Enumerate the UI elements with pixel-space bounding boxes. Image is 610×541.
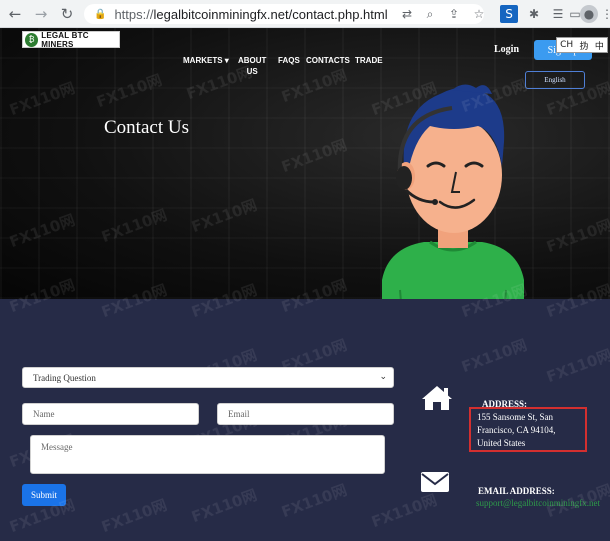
language-selector[interactable]: English: [525, 71, 585, 89]
nav-trade[interactable]: TRADE: [355, 55, 383, 66]
reading-list-icon[interactable]: ☰: [549, 5, 567, 23]
translate-icon[interactable]: ⇄: [398, 5, 416, 23]
contact-section: Trading Question ⌄ Name Email Message Su…: [0, 299, 610, 541]
nav-markets[interactable]: MARKETS ▾: [183, 55, 229, 66]
more-menu-icon[interactable]: ⋮: [598, 5, 610, 23]
email-input[interactable]: Email: [217, 403, 394, 425]
headset-earpiece: [396, 166, 412, 190]
name-input[interactable]: Name: [22, 403, 199, 425]
ime-indicator: CH 㧑 中: [556, 37, 608, 53]
zoom-icon[interactable]: ⌕: [421, 5, 439, 23]
site-logo[interactable]: ₿ LEGAL BTC MINERS: [22, 30, 120, 49]
back-icon[interactable]: ←: [4, 3, 26, 25]
extension-s-icon[interactable]: S: [500, 5, 518, 23]
ime-lang: CH: [560, 40, 574, 50]
headset-mic: [432, 199, 438, 205]
email-label: EMAIL ADDRESS:: [478, 486, 555, 496]
chevron-down-icon: ⌄: [379, 372, 387, 382]
url-protocol: https://: [114, 6, 154, 22]
nav-contacts[interactable]: CONTACTS: [306, 55, 350, 66]
lock-icon: 🔒: [94, 8, 107, 20]
extensions-puzzle-icon[interactable]: ✱: [525, 5, 543, 23]
share-icon[interactable]: ⇪: [445, 5, 463, 23]
nav-faqs[interactable]: FAQS: [278, 55, 300, 66]
forward-icon[interactable]: →: [30, 3, 52, 25]
address-value: 155 Sansome St, San Francisco, CA 94104,…: [469, 407, 587, 452]
email-link[interactable]: support@legalbitcoinminingfx.net: [476, 498, 600, 508]
logo-text: LEGAL BTC MINERS: [41, 30, 89, 49]
browser-toolbar: ← → ↻ 🔒 https://legalbitcoinminingfx.net…: [0, 0, 610, 28]
subject-selected-value: Trading Question: [33, 372, 96, 383]
subject-select[interactable]: Trading Question ⌄: [22, 367, 394, 388]
login-link[interactable]: Login: [494, 44, 519, 55]
submit-button[interactable]: Submit: [22, 484, 66, 506]
home-icon: [422, 386, 452, 410]
logo-mark-icon: ₿: [25, 32, 39, 47]
ime-char: 中: [594, 41, 604, 52]
ime-mode: 㧑: [579, 41, 589, 52]
bookmark-star-icon[interactable]: ☆: [470, 5, 488, 23]
reload-icon[interactable]: ↻: [56, 3, 78, 25]
envelope-icon: [421, 472, 449, 492]
profile-avatar-icon[interactable]: ●: [580, 5, 598, 23]
page-title: Contact Us: [104, 117, 189, 138]
message-textarea[interactable]: Message: [30, 435, 385, 474]
nav-about-us[interactable]: ABOUT US: [238, 55, 266, 77]
url-text: legalbitcoinminingfx.net/contact.php.htm…: [153, 6, 388, 22]
